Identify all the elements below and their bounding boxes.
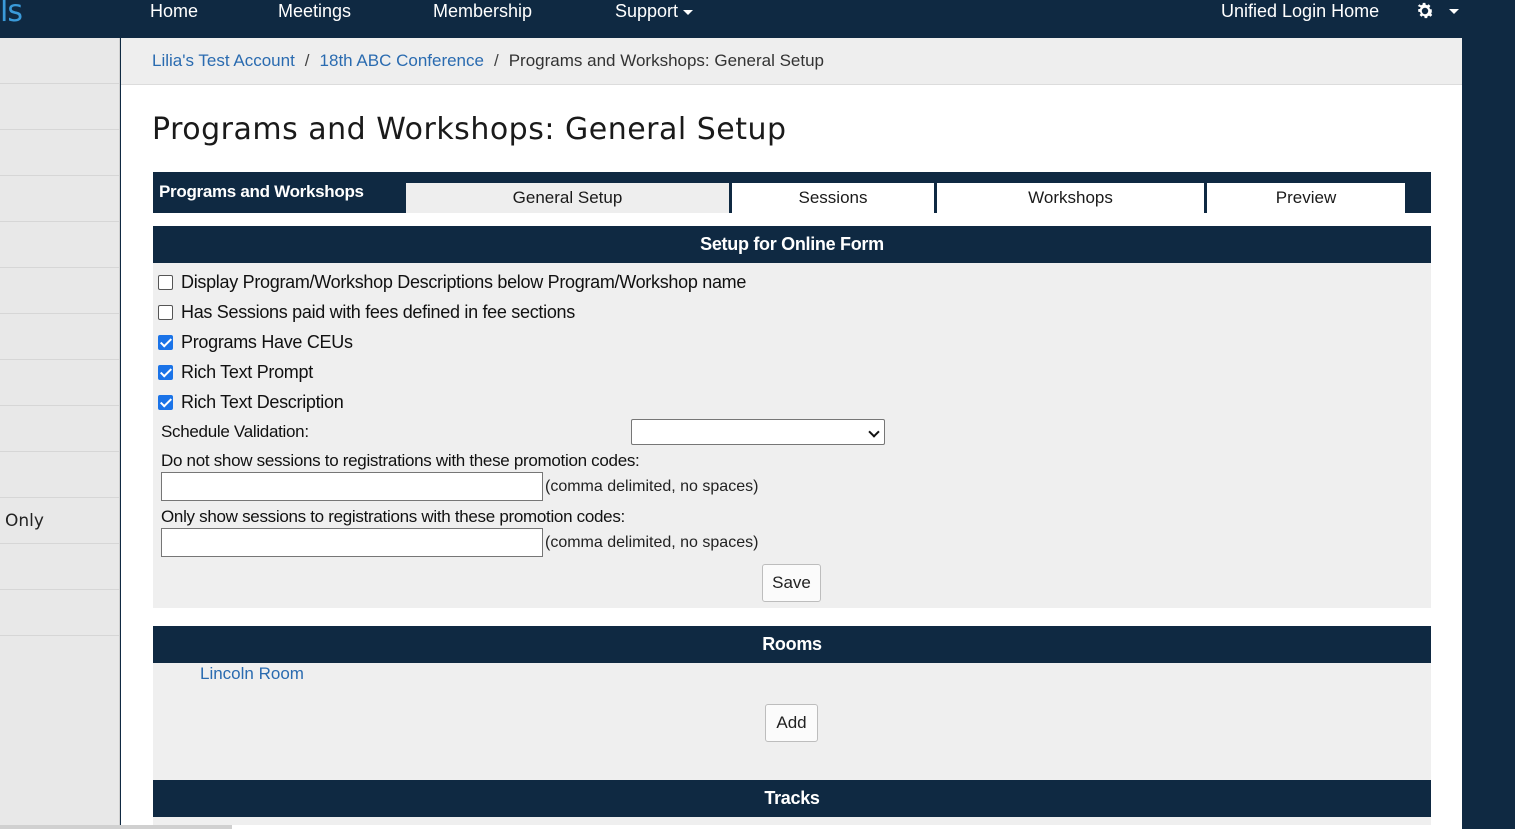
sidebar-item[interactable]	[0, 452, 119, 498]
sidebar-item[interactable]	[0, 84, 119, 130]
sidebar-item[interactable]	[0, 130, 119, 176]
nav-unified-login-link[interactable]: Unified Login Home	[1221, 0, 1379, 24]
tab-preview[interactable]: Preview	[1205, 181, 1407, 213]
breadcrumb-account-link[interactable]: Lilia's Test Account	[152, 51, 295, 70]
room-link-lincoln[interactable]: Lincoln Room	[200, 664, 304, 684]
nav-home-link[interactable]: Home	[150, 0, 198, 24]
tab-bar: Programs and Workshops General Setup Ses…	[153, 172, 1431, 213]
tab-workshops[interactable]: Workshops	[935, 181, 1206, 213]
settings-chevron-down-icon[interactable]	[1449, 9, 1459, 14]
brand-logo[interactable]: ls	[0, 0, 23, 29]
sidebar-item[interactable]	[0, 268, 119, 314]
setup-section-header: Setup for Online Form	[153, 226, 1431, 263]
chevron-down-icon	[683, 9, 694, 15]
sidebar-item[interactable]	[0, 222, 119, 268]
checkbox-label: Display Program/Workshop Descriptions be…	[181, 272, 747, 292]
checkbox-label: Programs Have CEUs	[181, 332, 353, 352]
breadcrumb-bar: Lilia's Test Account / 18th ABC Conference…	[121, 38, 1462, 85]
chevron-down-icon	[868, 426, 880, 438]
rooms-section-header: Rooms	[153, 626, 1431, 663]
nav-support-label: Support	[615, 1, 679, 21]
sidebar-item[interactable]	[0, 38, 119, 84]
tab-general-setup[interactable]: General Setup	[404, 181, 731, 213]
breadcrumb-conference-link[interactable]: 18th ABC Conference	[320, 51, 484, 70]
page-title: Programs and Workshops: General Setup	[152, 112, 787, 147]
sidebar-item[interactable]	[0, 314, 119, 360]
left-sidebar: Only	[0, 38, 120, 825]
tracks-section-header: Tracks	[153, 780, 1431, 817]
main-content: Lilia's Test Account / 18th ABC Conference…	[121, 38, 1462, 825]
add-room-button[interactable]: Add	[765, 704, 818, 742]
nav-membership-link[interactable]: Membership	[433, 0, 532, 24]
nav-meetings-link[interactable]: Meetings	[278, 0, 351, 24]
schedule-validation-select[interactable]	[631, 419, 885, 445]
rich-text-description-checkbox[interactable]	[158, 395, 173, 410]
show-promo-codes-hint: (comma delimited, no spaces)	[545, 534, 759, 551]
sidebar-item[interactable]	[0, 406, 119, 452]
hide-promo-codes-hint: (comma delimited, no spaces)	[545, 478, 759, 495]
checkbox-label: Rich Text Description	[181, 392, 344, 412]
schedule-validation-label: Schedule Validation:	[161, 422, 309, 441]
horizontal-scrollbar[interactable]	[0, 825, 232, 829]
top-navbar: ls Home Meetings Membership Support Unif…	[0, 0, 1515, 38]
tracks-section-body	[153, 817, 1431, 825]
right-edge-strip	[1462, 38, 1515, 829]
hide-promo-codes-label: Do not show sessions to registrations wi…	[161, 451, 640, 470]
breadcrumb-current: Programs and Workshops: General Setup	[508, 51, 825, 70]
show-promo-codes-input[interactable]	[161, 528, 543, 557]
sidebar-item[interactable]	[0, 176, 119, 222]
save-button[interactable]: Save	[762, 564, 821, 602]
breadcrumb-separator: /	[493, 51, 499, 70]
sidebar-item-only[interactable]: Only	[0, 498, 119, 544]
hide-promo-codes-input[interactable]	[161, 472, 543, 501]
gear-icon[interactable]	[1413, 0, 1437, 22]
sidebar-item[interactable]	[0, 544, 119, 590]
rich-text-prompt-checkbox[interactable]	[158, 365, 173, 380]
tab-sessions[interactable]: Sessions	[730, 181, 936, 213]
show-promo-codes-label: Only show sessions to registrations with…	[161, 507, 625, 526]
breadcrumb-separator: /	[304, 51, 310, 70]
tab-bar-label: Programs and Workshops	[159, 182, 364, 201]
rooms-section-body: Lincoln Room Add	[153, 663, 1431, 781]
sessions-paid-checkbox[interactable]	[158, 305, 173, 320]
checkbox-label: Has Sessions paid with fees defined in f…	[181, 302, 575, 322]
sidebar-item[interactable]	[0, 590, 119, 636]
sidebar-item[interactable]	[0, 360, 119, 406]
nav-support-dropdown[interactable]: Support	[615, 0, 694, 24]
breadcrumb: Lilia's Test Account / 18th ABC Conference…	[152, 51, 824, 71]
programs-ceus-checkbox[interactable]	[158, 335, 173, 350]
checkbox-label: Rich Text Prompt	[181, 362, 313, 382]
display-descriptions-checkbox[interactable]	[158, 275, 173, 290]
setup-section-body: Display Program/Workshop Descriptions be…	[153, 263, 1431, 608]
